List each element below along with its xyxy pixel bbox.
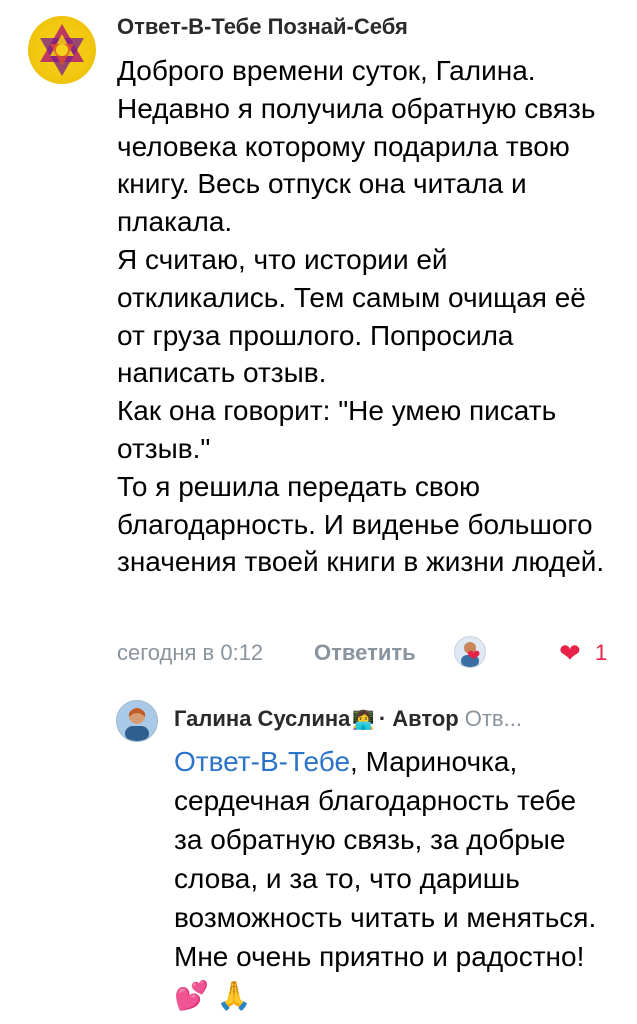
emoji-icons: 💕 🙏 — [174, 980, 252, 1011]
reply-body: , Мариночка, сердечная благодарность теб… — [174, 746, 597, 972]
mention-link[interactable]: Ответ-В-Тебе — [174, 746, 350, 777]
like-count: 1 — [595, 640, 608, 665]
heart-icon[interactable]: ❤ — [559, 638, 581, 669]
reply-avatar[interactable] — [116, 700, 158, 742]
comment-timestamp: сегодня в 0:12 — [117, 640, 264, 665]
comment-meta: сегодня в 0:12 Ответить ❤ ❤ 1 — [117, 636, 617, 670]
reply-meta-cut — [174, 1014, 624, 1024]
avatar[interactable] — [28, 16, 96, 84]
avatar-portrait-icon — [117, 701, 157, 741]
technologist-icon: 👩‍💻 — [352, 710, 375, 730]
reply-text: Ответ-В-Тебе, Мариночка, сердечная благо… — [174, 742, 604, 1015]
reply-truncated-text[interactable]: Отв... — [465, 706, 522, 731]
reply-button[interactable]: Ответить — [314, 640, 416, 666]
comment-author[interactable]: Ответ-В-Тебе Познай-Себя — [117, 14, 408, 40]
reply-header: Галина Суслина 👩‍💻 · Автор Отв... — [174, 706, 624, 736]
reply-author[interactable]: Галина Суслина — [174, 706, 350, 731]
liked-heart-icon: ❤ — [467, 648, 481, 665]
author-badge: · Автор — [378, 706, 459, 731]
comment-text: Доброго времени суток, Галина. Недавно я… — [117, 55, 605, 578]
hexagram-logo-icon — [40, 24, 84, 76]
